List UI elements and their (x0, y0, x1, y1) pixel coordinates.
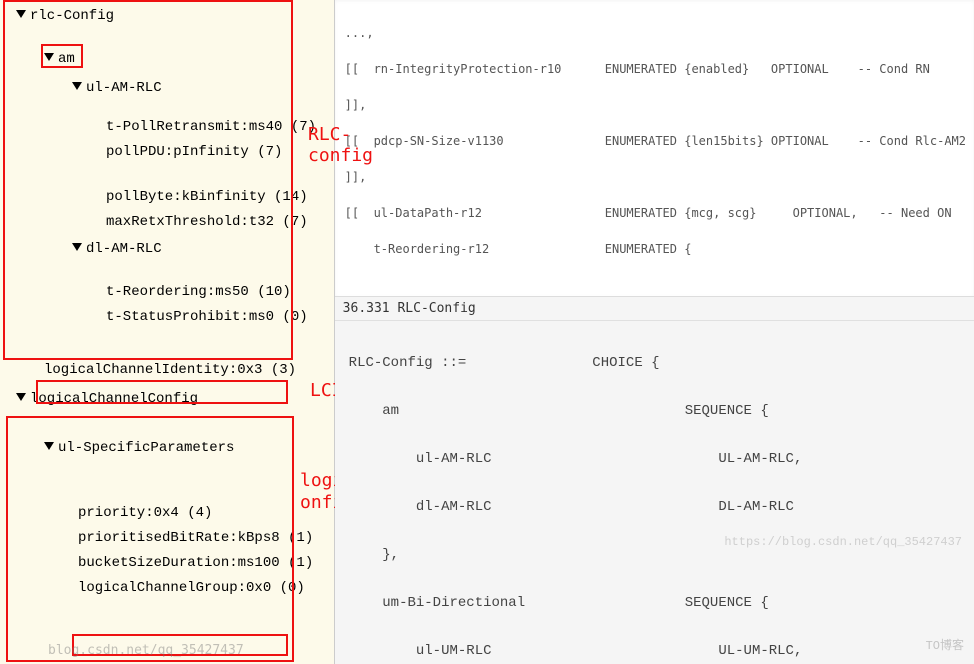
triangle-icon (72, 82, 82, 90)
leaf-pollpdu: pollPDU:pInfinity (7) (106, 140, 334, 165)
spec-line: ]], (345, 96, 966, 114)
asn-line: am SEQUENCE { (349, 399, 968, 423)
label: logicalChannelConfig (30, 391, 198, 407)
triangle-icon (16, 393, 26, 401)
label: ul-AM-RLC (86, 80, 162, 96)
watermark-right-2: TO博客 (926, 634, 964, 658)
leaf-lcid: logicalChannelIdentity:0x3 (3) (44, 358, 334, 383)
leaf-bsd: bucketSizeDuration:ms100 (1) (78, 551, 334, 576)
triangle-icon (44, 442, 54, 450)
triangle-icon (44, 53, 54, 61)
asn-line: ul-AM-RLC UL-AM-RLC, (349, 447, 968, 471)
left-tree-panel: rlc-Config am ul-AM-RLC t-PollRetransmit… (0, 0, 335, 664)
leaf-tpoll: t-PollRetransmit:ms40 (7) (106, 115, 334, 140)
spec-snippet-top: ..., [[ rn-IntegrityProtection-r10 ENUME… (335, 0, 974, 297)
spec-line: ]], (345, 168, 966, 186)
label: dl-AM-RLC (86, 241, 162, 257)
leaf-priority: priority:0x4 (4) (78, 501, 334, 526)
spec-line: ..., (345, 24, 966, 42)
spec-line: t-Reordering-r12 ENUMERATED { (345, 240, 966, 258)
node-ul-spec: ul-SpecificParameters (44, 436, 334, 461)
spec-line: [[ rn-IntegrityProtection-r10 ENUMERATED… (345, 60, 966, 78)
right-panel: ..., [[ rn-IntegrityProtection-r10 ENUME… (335, 0, 974, 664)
leaf-pbr: prioritisedBitRate:kBps8 (1) (78, 526, 334, 551)
asn-block: RLC-Config ::= CHOICE { am SEQUENCE { ul… (335, 321, 974, 664)
node-ul-am-rlc: ul-AM-RLC (72, 76, 334, 101)
node-rlc-config: rlc-Config (16, 4, 334, 29)
triangle-icon (16, 10, 26, 18)
leaf-pollbyte: pollByte:kBinfinity (14) (106, 185, 334, 210)
spec-line: [[ ul-DataPath-r12 ENUMERATED {mcg, scg}… (345, 204, 966, 222)
node-dl-am-rlc: dl-AM-RLC (72, 237, 334, 262)
asn-line: ul-UM-RLC UL-UM-RLC, (349, 639, 968, 663)
watermark-right: https://blog.csdn.net/qq_35427437 (724, 530, 962, 554)
triangle-icon (72, 243, 82, 251)
watermark-left: blog.csdn.net/qq_35427437 (48, 643, 244, 658)
spec-caption: 36.331 RLC-Config (335, 297, 974, 321)
node-lc-config: logicalChannelConfig (16, 387, 334, 412)
asn-line: RLC-Config ::= CHOICE { (349, 351, 968, 375)
asn-line: dl-AM-RLC DL-AM-RLC (349, 495, 968, 519)
spec-line: [[ pdcp-SN-Size-v1130 ENUMERATED {len15b… (345, 132, 966, 150)
node-am: am (44, 47, 334, 72)
leaf-tstatus: t-StatusProhibit:ms0 (0) (106, 305, 334, 330)
leaf-treord: t-Reordering:ms50 (10) (106, 280, 334, 305)
label: am (58, 51, 75, 67)
leaf-lcg: logicalChannelGroup:0x0 (0) (78, 576, 334, 601)
label: rlc-Config (30, 8, 114, 24)
label: ul-SpecificParameters (58, 440, 234, 456)
leaf-maxretx: maxRetxThreshold:t32 (7) (106, 210, 334, 235)
asn-line: um-Bi-Directional SEQUENCE { (349, 591, 968, 615)
